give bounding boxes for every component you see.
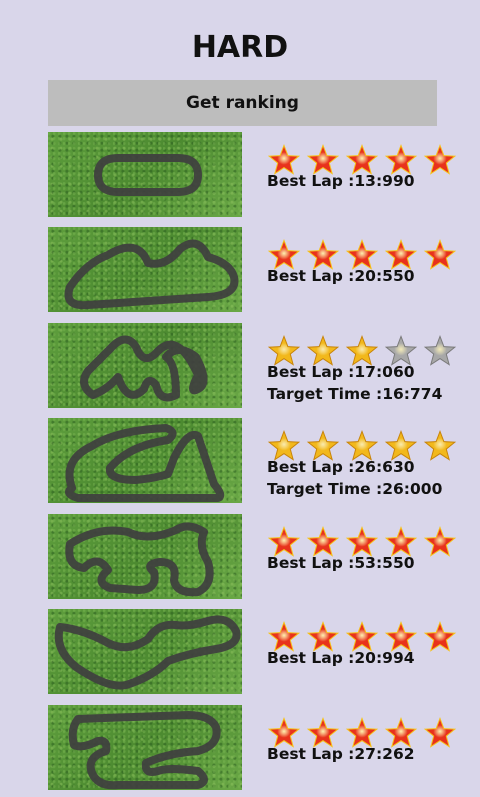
best-lap-text: Best Lap :13:990 — [267, 172, 415, 190]
best-lap-text: Best Lap :17:060 — [267, 363, 415, 381]
track-thumbnail[interactable] — [48, 609, 242, 694]
track-thumbnail[interactable] — [48, 705, 242, 790]
page-title: HARD — [191, 30, 289, 65]
track-item-6[interactable]: Best Lap :20:994 — [48, 609, 468, 694]
best-lap-text: Best Lap :26:630 — [267, 458, 415, 476]
red-star-icon — [422, 237, 458, 273]
target-time-text: Target Time :26:000 — [267, 480, 443, 498]
red-star-icon — [422, 524, 458, 560]
track-thumbnail[interactable] — [48, 514, 242, 599]
red-star-icon — [422, 715, 458, 751]
track-item-4[interactable]: Best Lap :26:630 Target Time :26:000 — [48, 418, 468, 503]
best-lap-text: Best Lap :20:550 — [267, 267, 415, 285]
track-thumbnail[interactable] — [48, 132, 242, 217]
track-thumbnail[interactable] — [48, 227, 242, 312]
track-thumbnail[interactable] — [48, 418, 242, 503]
gold-star-icon — [422, 428, 458, 464]
best-lap-text: Best Lap :27:262 — [267, 745, 415, 763]
best-lap-text: Best Lap :20:994 — [267, 649, 415, 667]
track-item-3[interactable]: Best Lap :17:060 Target Time :16:774 — [48, 323, 468, 408]
track-item-7[interactable]: Best Lap :27:262 — [48, 705, 468, 790]
target-time-text: Target Time :16:774 — [267, 385, 443, 403]
red-star-icon — [422, 619, 458, 655]
track-item-1[interactable]: Best Lap :13:990 — [48, 132, 468, 217]
track-item-2[interactable]: Best Lap :20:550 — [48, 227, 468, 312]
track-item-5[interactable]: Best Lap :53:550 — [48, 514, 468, 599]
grey-star-icon — [422, 333, 458, 369]
track-thumbnail[interactable] — [48, 323, 242, 408]
best-lap-text: Best Lap :53:550 — [267, 554, 415, 572]
red-star-icon — [422, 142, 458, 178]
get-ranking-button[interactable]: Get ranking — [48, 80, 437, 126]
